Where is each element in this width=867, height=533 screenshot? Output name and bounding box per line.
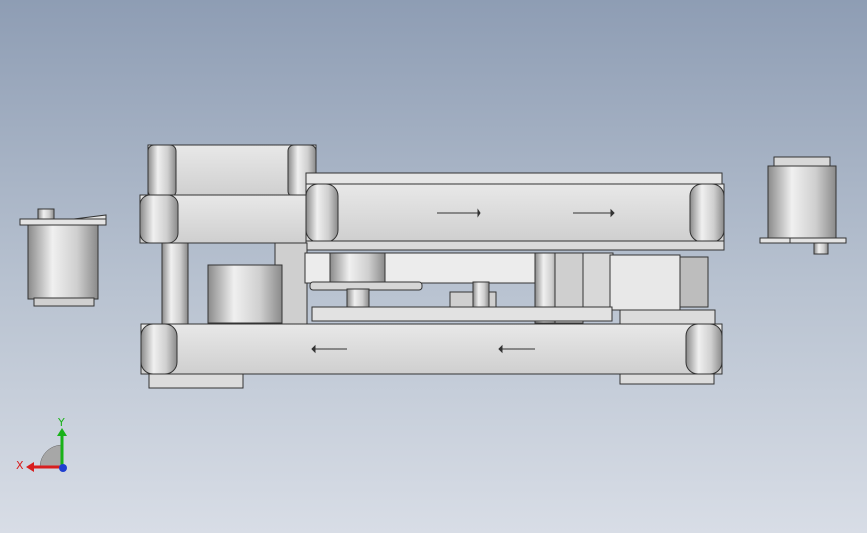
triad-z-origin — [59, 464, 67, 472]
right-motor-flange-tab — [759, 237, 791, 244]
lower-belt-roller-left — [140, 323, 178, 375]
gear-housing-left — [207, 264, 283, 324]
coordinate-triad: Y X — [16, 416, 67, 472]
triad-y-label: Y — [57, 416, 65, 429]
lower-foot-left — [148, 373, 244, 389]
left-motor-flange — [19, 218, 107, 226]
triad-x-label: X — [16, 459, 24, 472]
right-motor-body — [767, 165, 837, 239]
lower-frame-plate — [311, 306, 613, 322]
lower-foot-right — [619, 373, 715, 385]
conveyor-assembly — [139, 144, 725, 389]
triad-plane-fill — [39, 444, 63, 468]
left-motor-endcap — [33, 297, 95, 307]
left-motor-flange-tab — [73, 214, 107, 220]
lower-belt — [140, 323, 723, 375]
right-bracket — [582, 252, 614, 309]
upper-frame-left-roller — [139, 194, 179, 244]
cad-viewport[interactable]: Y X — [0, 0, 867, 533]
upper-belt-top-strip — [305, 172, 723, 186]
right-motor — [759, 156, 847, 255]
middle-hub — [346, 288, 370, 308]
lower-belt-roller-right — [685, 323, 723, 375]
upper-belt-roller-right — [689, 183, 725, 243]
gear-teeth-block — [679, 256, 709, 308]
left-motor — [19, 208, 107, 307]
left-motor-body — [27, 224, 99, 300]
top-housing-roller-left — [147, 144, 177, 198]
right-mount-plate — [619, 309, 716, 325]
upper-belt — [305, 183, 725, 243]
right-motor-shaft — [813, 242, 829, 255]
support-column-left — [161, 242, 189, 326]
triad-y-arrowhead — [57, 428, 67, 436]
upper-belt-bottom-strip — [305, 240, 725, 251]
gear-box-right — [609, 254, 681, 311]
upper-belt-roller-left — [305, 183, 339, 243]
triad-x-arrowhead — [26, 462, 34, 472]
middle-spool — [329, 252, 386, 284]
